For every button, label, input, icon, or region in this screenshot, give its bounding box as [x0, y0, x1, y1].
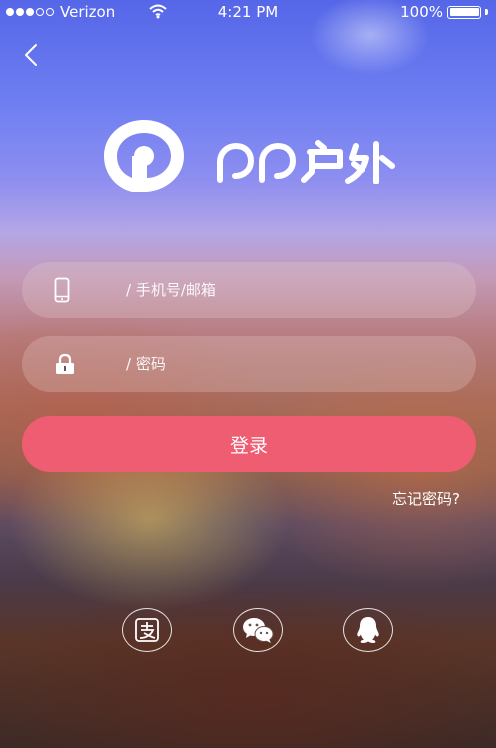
battery-percent: 100% — [400, 3, 443, 21]
forgot-password-link[interactable]: 忘记密码? — [392, 488, 460, 509]
alipay-icon — [135, 618, 159, 642]
mobile-phone-icon — [54, 277, 70, 303]
battery-tip — [485, 9, 488, 15]
back-chevron-icon[interactable] — [20, 40, 46, 70]
password-input[interactable] — [124, 336, 452, 392]
battery-group: 100% — [400, 0, 488, 24]
qq-icon — [357, 617, 379, 644]
pp-logo-icon — [104, 120, 184, 192]
wechat-login-button[interactable] — [233, 608, 283, 652]
qq-login-button[interactable] — [343, 608, 393, 652]
password-field[interactable] — [22, 336, 476, 392]
wechat-icon — [243, 618, 274, 643]
brand-wordmark-logo — [217, 140, 395, 184]
battery-icon — [447, 5, 481, 19]
alipay-login-button[interactable] — [122, 608, 172, 652]
lock-icon — [56, 353, 74, 374]
login-button[interactable]: 登录 — [22, 416, 476, 472]
account-input[interactable] — [124, 262, 452, 318]
account-field[interactable] — [22, 262, 476, 318]
status-bar: Verizon 4:21 PM 100% — [0, 0, 496, 24]
